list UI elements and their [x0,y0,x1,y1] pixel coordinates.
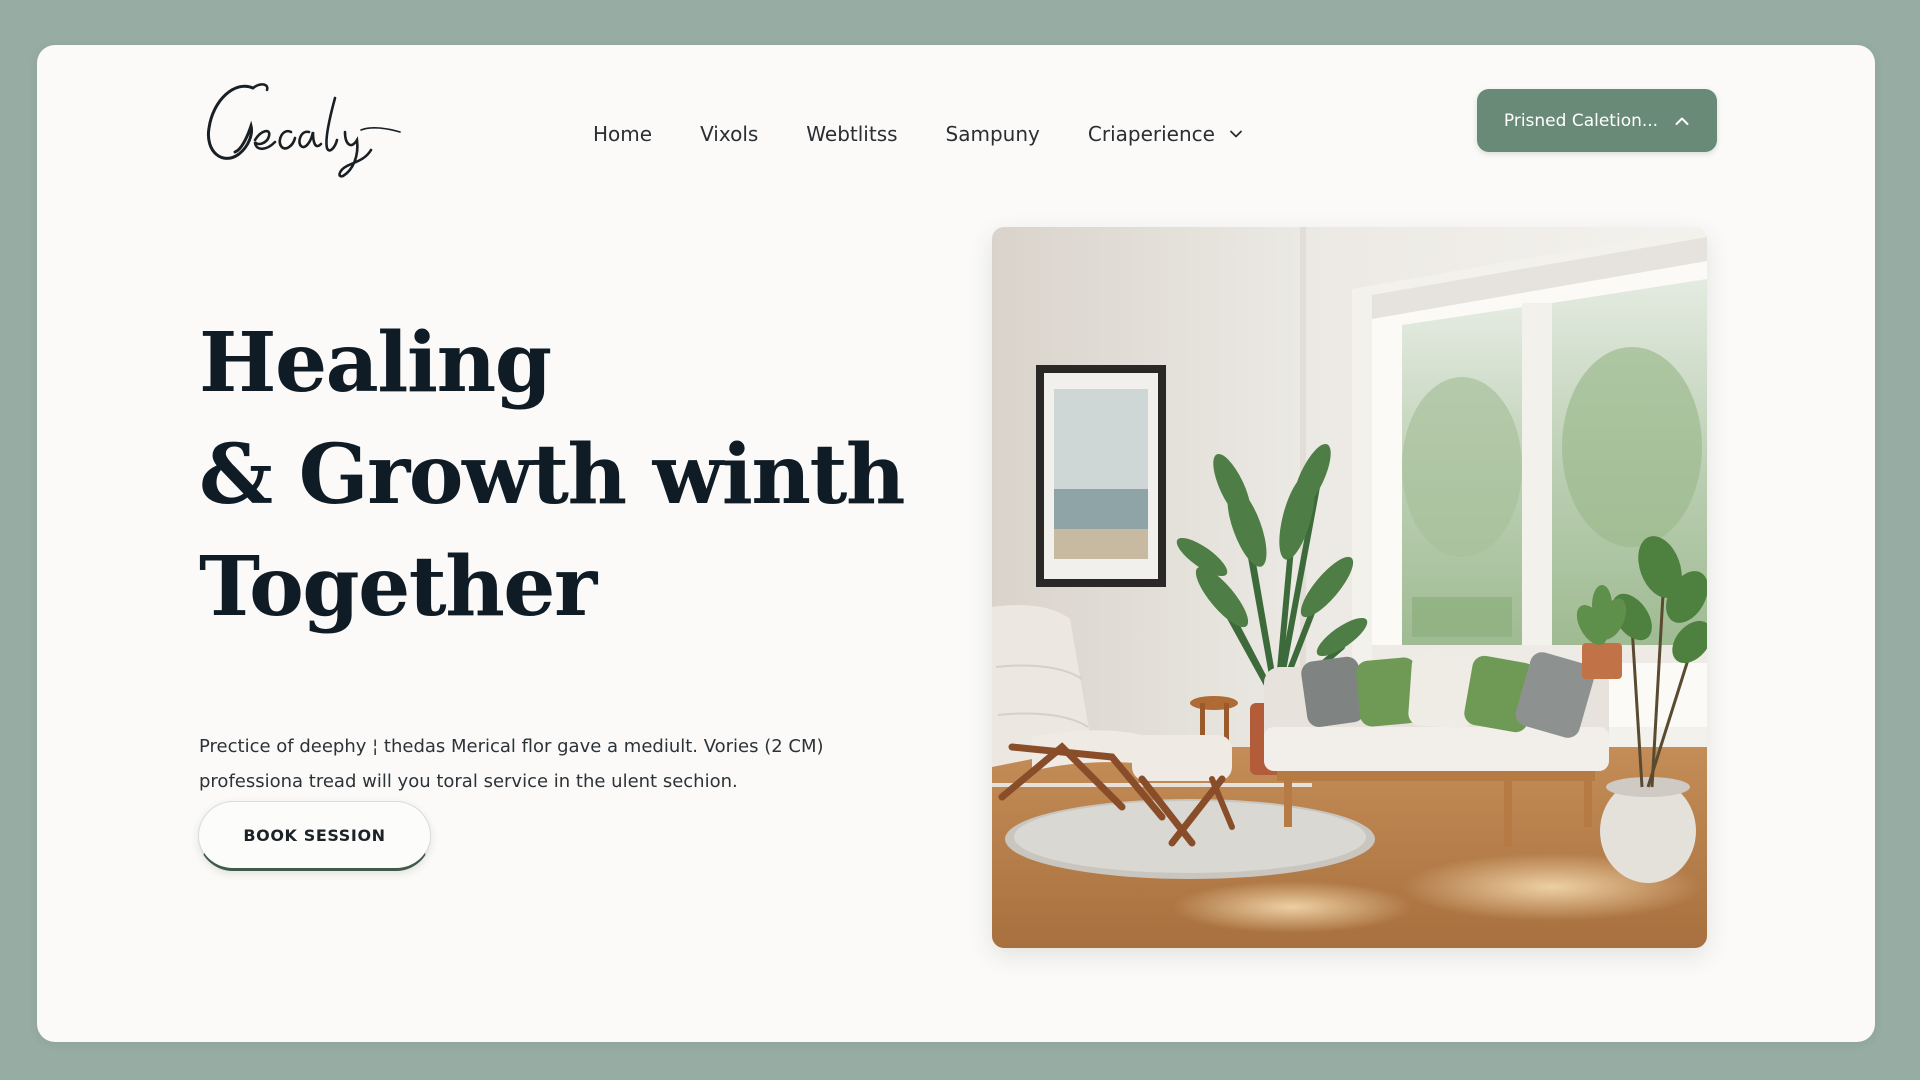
nav-item-vixols[interactable]: Vixols [700,114,758,154]
therapy-room-illustration [992,227,1707,948]
nav-item-label: Vixols [700,122,759,146]
chevron-down-icon [1230,130,1242,138]
book-session-button[interactable]: BOOK SESSION [198,801,431,871]
book-session-label: BOOK SESSION [243,825,386,845]
logo-script-icon [206,83,401,178]
header-cta-label: Prisned Caletion... [1503,110,1659,131]
hero-description-line: Prectice of deephy ¦ thedas Merical flor… [199,736,824,757]
header-cta-button[interactable]: Prisned Caletion... [1477,89,1717,152]
hero-description: Prectice of deephy ¦ thedas Merical flor… [199,729,899,799]
nav-item-label: Webtlitss [806,122,898,146]
hero-title: Healing & Growth winth Together [199,307,959,643]
nav-item-home[interactable]: Home [593,114,652,154]
nav-item-label: Sampuny [945,122,1040,146]
hero-description-line: professiona tread will you toral service… [199,771,738,792]
nav-item-label: Criaperience [1087,122,1215,146]
hero-title-line: & Growth winth [199,427,906,523]
main-nav: Home Vixols Webtlitss Sampuny Criaperien… [593,109,1243,159]
hero-image [992,227,1707,948]
brand-logo[interactable] [195,70,405,180]
nav-item-webtlitss[interactable]: Webtlitss [806,114,897,154]
nav-item-label: Home [593,122,653,146]
hero-title-line: Healing [199,315,552,411]
nav-item-criaperience-dropdown[interactable]: Criaperience [1088,114,1243,154]
chevron-up-icon [1675,117,1689,125]
hero-title-line: Together [199,539,597,635]
main-card: Home Vixols Webtlitss Sampuny Criaperien… [37,45,1875,1042]
nav-item-sampuny[interactable]: Sampuny [946,114,1040,154]
